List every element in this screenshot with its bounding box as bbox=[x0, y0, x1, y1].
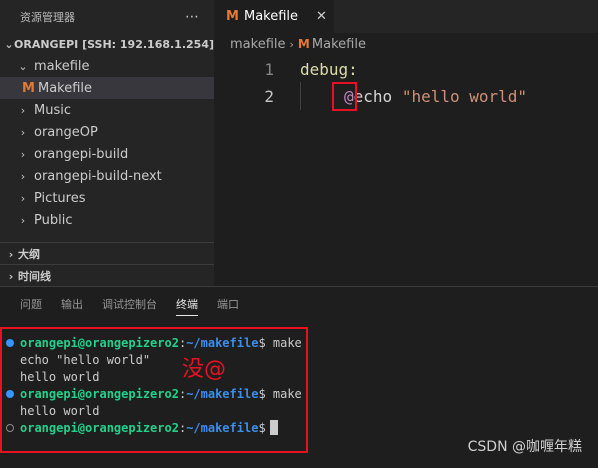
tree-item-label: Pictures bbox=[34, 190, 86, 206]
chevron-right-icon: › bbox=[20, 191, 26, 205]
panel-tabs: 问题 输出 调试控制台 终端 端口 bbox=[0, 287, 598, 321]
tree-file-makefile[interactable]: M Makefile bbox=[0, 77, 214, 99]
code-command: echo bbox=[353, 86, 402, 106]
prompt-path: ~/makefile bbox=[186, 335, 259, 350]
line-number: 1 bbox=[264, 59, 274, 79]
editor-tabbar: M Makefile ✕ bbox=[214, 0, 598, 33]
chevron-right-icon: › bbox=[20, 147, 26, 161]
tree-item-label: orangepi-build-next bbox=[34, 168, 162, 184]
terminal-output: hello world bbox=[20, 403, 100, 418]
outline-section[interactable]: › 大纲 bbox=[0, 242, 214, 264]
tree-folder-makefile[interactable]: ⌄ makefile bbox=[0, 55, 214, 77]
tree-item-label: makefile bbox=[34, 58, 90, 74]
terminal-line: echo "hello world" bbox=[6, 351, 150, 368]
line-number: 2 bbox=[264, 86, 274, 106]
terminal-line: orangepi@orangepizero2: ~/makefile $ make bbox=[6, 385, 302, 402]
tree-folder-pictures[interactable]: › Pictures bbox=[0, 187, 214, 209]
chevron-right-icon: › bbox=[20, 103, 26, 117]
prompt-user: orangepi@orangepizero2 bbox=[20, 386, 179, 401]
terminal-cursor bbox=[269, 420, 278, 435]
chevron-down-icon: ⌄ bbox=[18, 59, 28, 73]
terminal-output: echo "hello world" bbox=[20, 352, 151, 367]
tab-problems[interactable]: 问题 bbox=[20, 287, 42, 321]
workspace-name: ORANGEPI [SSH: 192.168.1.254] bbox=[14, 37, 214, 51]
prompt-path: ~/makefile bbox=[186, 386, 259, 401]
watermark: CSDN @咖喱年糕 bbox=[467, 439, 582, 455]
outline-header[interactable]: › 大纲 bbox=[0, 243, 214, 265]
more-actions-icon[interactable]: ⋯ bbox=[185, 9, 200, 25]
tree-item-label: Public bbox=[34, 212, 73, 228]
terminal-line: hello world bbox=[6, 402, 99, 419]
close-icon[interactable]: ✕ bbox=[316, 9, 327, 24]
tab-debug-console[interactable]: 调试控制台 bbox=[102, 287, 157, 321]
indent-guide bbox=[300, 82, 301, 110]
terminal-line: orangepi@orangepizero2: ~/makefile $ make bbox=[6, 334, 302, 351]
workspace-header[interactable]: ⌄ ORANGEPI [SSH: 192.168.1.254] bbox=[0, 33, 214, 55]
outline-label: 大纲 bbox=[18, 248, 40, 261]
timeline-label: 时间线 bbox=[18, 270, 51, 283]
tab-label: Makefile bbox=[244, 9, 299, 24]
command-status-icon bbox=[6, 423, 14, 432]
tab-ports[interactable]: 端口 bbox=[217, 287, 239, 321]
explorer-title: 资源管理器 bbox=[20, 10, 75, 24]
prompt-path: ~/makefile bbox=[186, 420, 259, 435]
explorer-header: 资源管理器 ⋯ bbox=[0, 0, 214, 33]
command-status-icon bbox=[6, 389, 14, 398]
prompt-command: $ make bbox=[258, 335, 302, 350]
highlight-box bbox=[332, 82, 357, 111]
tree-folder-orangeop[interactable]: › orangeOP bbox=[0, 121, 214, 143]
chevron-right-icon: › bbox=[20, 213, 26, 227]
prompt-colon: : bbox=[178, 386, 187, 401]
tree-folder-orangepi-build-next[interactable]: › orangepi-build-next bbox=[0, 165, 214, 187]
code-text: debug: bbox=[300, 59, 358, 79]
code-text: @echo "hello world" bbox=[344, 87, 527, 106]
makefile-icon: M bbox=[22, 80, 35, 96]
prompt-colon: : bbox=[178, 335, 187, 350]
breadcrumb: makefile › M Makefile bbox=[214, 33, 598, 55]
tree-item-label: orangepi-build bbox=[34, 146, 129, 162]
tab-makefile[interactable]: M Makefile ✕ bbox=[214, 0, 334, 33]
code-line-2: 2 @echo "hello world" bbox=[214, 83, 598, 109]
chevron-right-icon: › bbox=[20, 169, 26, 183]
tree-item-label: Makefile bbox=[38, 80, 93, 96]
explorer-sidebar: 资源管理器 ⋯ ⌄ ORANGEPI [SSH: 192.168.1.254] … bbox=[0, 0, 214, 286]
code-line-1: 1 debug: bbox=[214, 56, 598, 82]
terminal-line: orangepi@orangepizero2: ~/makefile $ bbox=[6, 419, 278, 436]
chevron-right-icon: › bbox=[8, 247, 14, 261]
makefile-icon: M bbox=[297, 37, 310, 51]
terminal-line: hello world bbox=[6, 368, 99, 385]
annotation-text: 没@ bbox=[182, 357, 227, 382]
prompt-user: orangepi@orangepizero2 bbox=[20, 420, 179, 435]
prompt-command: $ bbox=[258, 420, 266, 435]
timeline-section[interactable]: › 时间线 bbox=[0, 264, 214, 286]
prompt-command: $ make bbox=[258, 386, 302, 401]
prompt-colon: : bbox=[178, 420, 187, 435]
tree-folder-music[interactable]: › Music bbox=[0, 99, 214, 121]
prompt-user: orangepi@orangepizero2 bbox=[20, 335, 179, 350]
code-string: "hello world" bbox=[401, 86, 528, 106]
timeline-header[interactable]: › 时间线 bbox=[0, 265, 214, 286]
chevron-right-icon: › bbox=[20, 125, 26, 139]
tree-item-label: Music bbox=[34, 102, 71, 118]
editor-area: M Makefile ✕ makefile › M Makefile 1 deb… bbox=[214, 0, 598, 286]
tree-folder-orangepi-build[interactable]: › orangepi-build bbox=[0, 143, 214, 165]
terminal-output: hello world bbox=[20, 369, 100, 384]
bottom-panel: 问题 输出 调试控制台 终端 端口 orangepi@orangepizero2… bbox=[0, 286, 598, 468]
tree-item-label: orangeOP bbox=[34, 124, 98, 140]
terminal[interactable]: orangepi@orangepizero2: ~/makefile $ make … bbox=[0, 327, 308, 453]
breadcrumb-file[interactable]: Makefile bbox=[312, 37, 366, 52]
chevron-right-icon: › bbox=[289, 37, 294, 51]
tab-output[interactable]: 输出 bbox=[61, 287, 83, 321]
command-status-icon bbox=[6, 338, 14, 347]
breadcrumb-folder[interactable]: makefile bbox=[230, 37, 286, 52]
chevron-down-icon: ⌄ bbox=[4, 37, 14, 51]
tab-terminal[interactable]: 终端 bbox=[176, 287, 198, 321]
chevron-right-icon: › bbox=[8, 269, 14, 283]
makefile-icon: M bbox=[226, 9, 239, 24]
tree-folder-public[interactable]: › Public bbox=[0, 209, 214, 231]
